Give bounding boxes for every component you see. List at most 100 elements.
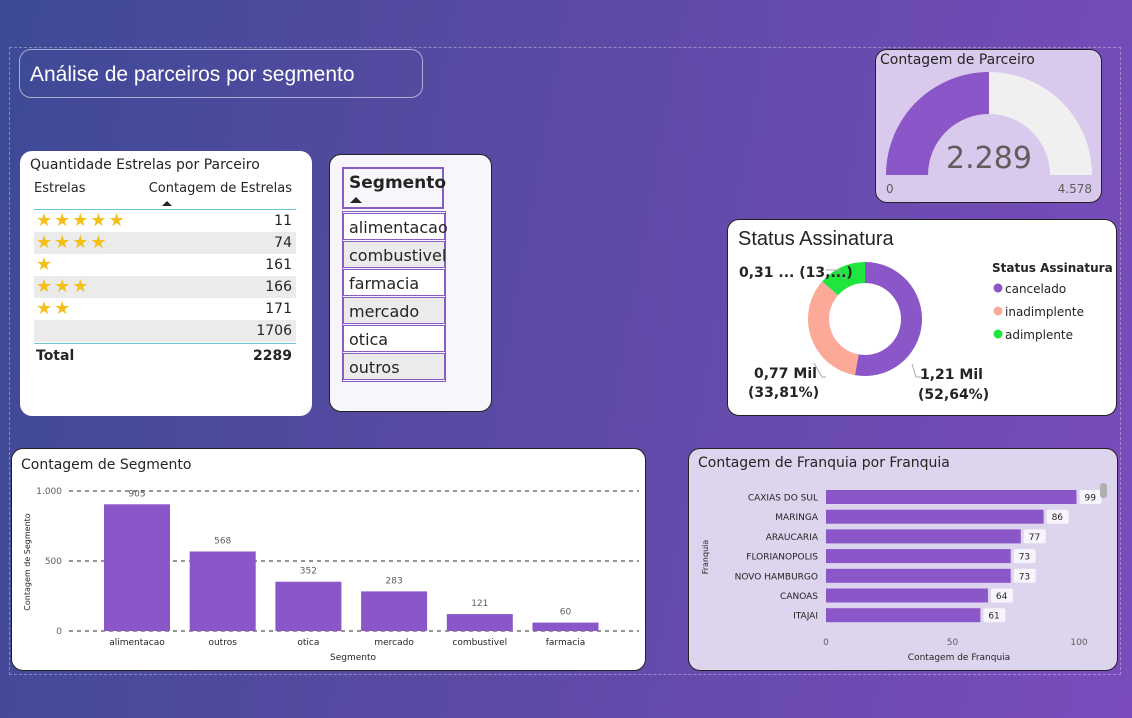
star-rating-icon: ★★★★★ xyxy=(36,210,127,231)
total-label: Total xyxy=(36,348,75,364)
slicer-item-combustivel[interactable]: combustivel xyxy=(343,241,446,268)
bar-data-label: 60 xyxy=(560,608,572,618)
bar-data-label: 283 xyxy=(386,576,403,586)
bar-alimentacao[interactable] xyxy=(104,504,170,631)
status-donut-card: Status Assinatura 0,31 ... (13,...) 0,77… xyxy=(727,219,1117,416)
y-tick-label: CAXIAS DO SUL xyxy=(748,494,818,504)
donut-label-inadimplente-pct: (33,81%) xyxy=(748,385,819,401)
bar-combustivel[interactable] xyxy=(446,614,513,631)
bar-data-label: 73 xyxy=(1019,572,1030,582)
legend-swatch-inadimplente xyxy=(993,306,1003,316)
donut-label-cancelado-pct: (52,64%) xyxy=(918,387,989,403)
x-tick-label: 0 xyxy=(823,638,829,648)
bar-data-label: 61 xyxy=(988,612,999,622)
table-cell-value: 11 xyxy=(274,213,292,229)
stars-table-header: Estrelas Contagem de Estrelas xyxy=(34,181,292,207)
bar-araucaria[interactable] xyxy=(826,529,1021,544)
y-tick-label: MARINGA xyxy=(775,513,819,523)
y-tick-label: 1.000 xyxy=(36,487,62,497)
column-header-contagem[interactable]: Contagem de Estrelas xyxy=(149,181,292,196)
segment-bar-chart[interactable]: 0 500 1.000 905 alimentacao 568 outros 352 otic… xyxy=(12,449,645,670)
gauge-max-label: 4.578 xyxy=(1058,182,1092,196)
star-rating-icon: ★ xyxy=(36,254,55,275)
sort-ascending-icon xyxy=(162,201,172,206)
star-rating-icon: ★★ xyxy=(36,298,73,319)
x-tick-label: mercado xyxy=(374,638,414,648)
table-cell-value: 161 xyxy=(265,257,292,273)
donut-slice-inadimplente[interactable] xyxy=(808,281,859,376)
x-tick-label: 100 xyxy=(1070,638,1087,648)
x-tick-label: otica xyxy=(297,638,319,648)
legend-swatch-adimplente xyxy=(993,329,1003,339)
stars-table-title: Quantidade Estrelas por Parceiro xyxy=(30,157,260,173)
segment-bar-chart-card: Contagem de Segmento 0 500 1.000 905 alimen… xyxy=(11,448,646,671)
bar-caxias-do-sul[interactable] xyxy=(826,490,1077,504)
table-cell-value: 171 xyxy=(265,301,292,317)
table-row[interactable]: ★★★ 166 xyxy=(34,276,296,298)
scrollbar-thumb[interactable] xyxy=(1100,483,1107,498)
x-tick-label: farmacia xyxy=(546,638,585,648)
table-row[interactable]: ★★★★★ 11 xyxy=(34,210,296,232)
bar-data-label: 121 xyxy=(471,599,488,609)
slicer-item-outros[interactable]: outros xyxy=(343,353,445,380)
slicer-item-alimentacao[interactable]: alimentacao xyxy=(343,213,448,240)
donut-label-adimplente: 0,31 ... (13,...) xyxy=(739,265,853,281)
x-tick-label: outros xyxy=(208,638,237,648)
bar-novo-hamburgo[interactable] xyxy=(826,568,1011,583)
gauge-min-label: 0 xyxy=(886,182,894,196)
y-tick-label: ARAUCARIA xyxy=(766,533,819,543)
legend-title: Status Assinatura xyxy=(992,261,1113,275)
y-tick-label: 0 xyxy=(56,627,62,637)
segment-slicer: Segmento alimentacao combustivel farmaci… xyxy=(329,154,492,412)
bar-maringa[interactable] xyxy=(826,509,1044,524)
column-header-estrelas[interactable]: Estrelas xyxy=(34,181,86,196)
bar-florianopolis[interactable] xyxy=(826,549,1011,564)
partner-count-gauge-card: Contagem de Parceiro 2.289 0 4.578 xyxy=(875,49,1102,203)
gauge-chart[interactable]: 2.289 0 4.578 xyxy=(876,50,1101,202)
bar-farmacia[interactable] xyxy=(532,622,599,631)
y-tick-label: 500 xyxy=(45,557,62,567)
star-rating-icon: ★★★★ xyxy=(36,232,109,253)
bar-otica[interactable] xyxy=(275,581,342,631)
slicer-title: Segmento xyxy=(349,173,447,193)
bar-data-label: 77 xyxy=(1029,533,1040,543)
y-tick-label: NOVO HAMBURGO xyxy=(735,572,818,582)
gauge-value-label: 2.289 xyxy=(946,141,1032,176)
slicer-item-otica[interactable]: otica xyxy=(343,325,445,352)
table-row[interactable]: ★★ 171 xyxy=(34,298,296,320)
page-title: Análise de parceiros por segmento xyxy=(19,49,423,98)
segment-y-axis-title: Contagem de Segmento xyxy=(23,513,32,610)
table-cell-value: 74 xyxy=(274,235,292,251)
segment-x-axis-title: Segmento xyxy=(330,653,377,663)
table-row[interactable]: ★★★★ 74 xyxy=(34,232,296,254)
stars-table-body: ★★★★★ 11 ★★★★ 74 ★ 161 ★★★ 166 ★★ 171 17… xyxy=(34,209,296,342)
x-tick-label: combustivel xyxy=(452,638,507,648)
bar-data-label: 568 xyxy=(214,536,231,546)
donut-chart[interactable]: 0,31 ... (13,...) 0,77 Mil (33,81%) 1,21… xyxy=(728,220,1116,415)
bar-data-label: 99 xyxy=(1084,494,1096,504)
bar-mercado[interactable] xyxy=(361,591,428,631)
x-tick-label: alimentacao xyxy=(109,638,165,648)
y-tick-label: FLORIANOPOLIS xyxy=(746,553,818,563)
table-cell-value: 166 xyxy=(265,279,292,295)
bar-canoas[interactable] xyxy=(826,588,988,603)
bar-itajai[interactable] xyxy=(826,608,981,623)
stars-table-card: Quantidade Estrelas por Parceiro Estrela… xyxy=(20,151,312,416)
legend-item-inadimplente: inadimplente xyxy=(1005,305,1084,319)
bar-data-label: 86 xyxy=(1052,513,1064,523)
y-tick-label: ITAJAI xyxy=(793,612,818,622)
legend-item-adimplente: adimplente xyxy=(1005,328,1073,342)
franchise-bar-chart[interactable]: 99 CAXIAS DO SUL 86 MARINGA 77 ARAUCARIA 73 FLO… xyxy=(689,449,1117,670)
slicer-item-farmacia[interactable]: farmacia xyxy=(343,269,445,296)
table-row[interactable]: ★ 161 xyxy=(34,254,296,276)
bar-data-label: 905 xyxy=(128,489,145,499)
slicer-header[interactable]: Segmento xyxy=(342,167,447,209)
total-value: 2289 xyxy=(253,348,292,364)
x-tick-label: 50 xyxy=(947,638,959,648)
slicer-item-mercado[interactable]: mercado xyxy=(343,297,445,324)
bar-data-label: 73 xyxy=(1019,553,1030,563)
franchise-y-axis-title: Franquia xyxy=(701,540,710,575)
sort-ascending-icon xyxy=(350,197,362,203)
table-row[interactable]: 1706 xyxy=(34,320,296,342)
bar-outros[interactable] xyxy=(189,551,256,631)
